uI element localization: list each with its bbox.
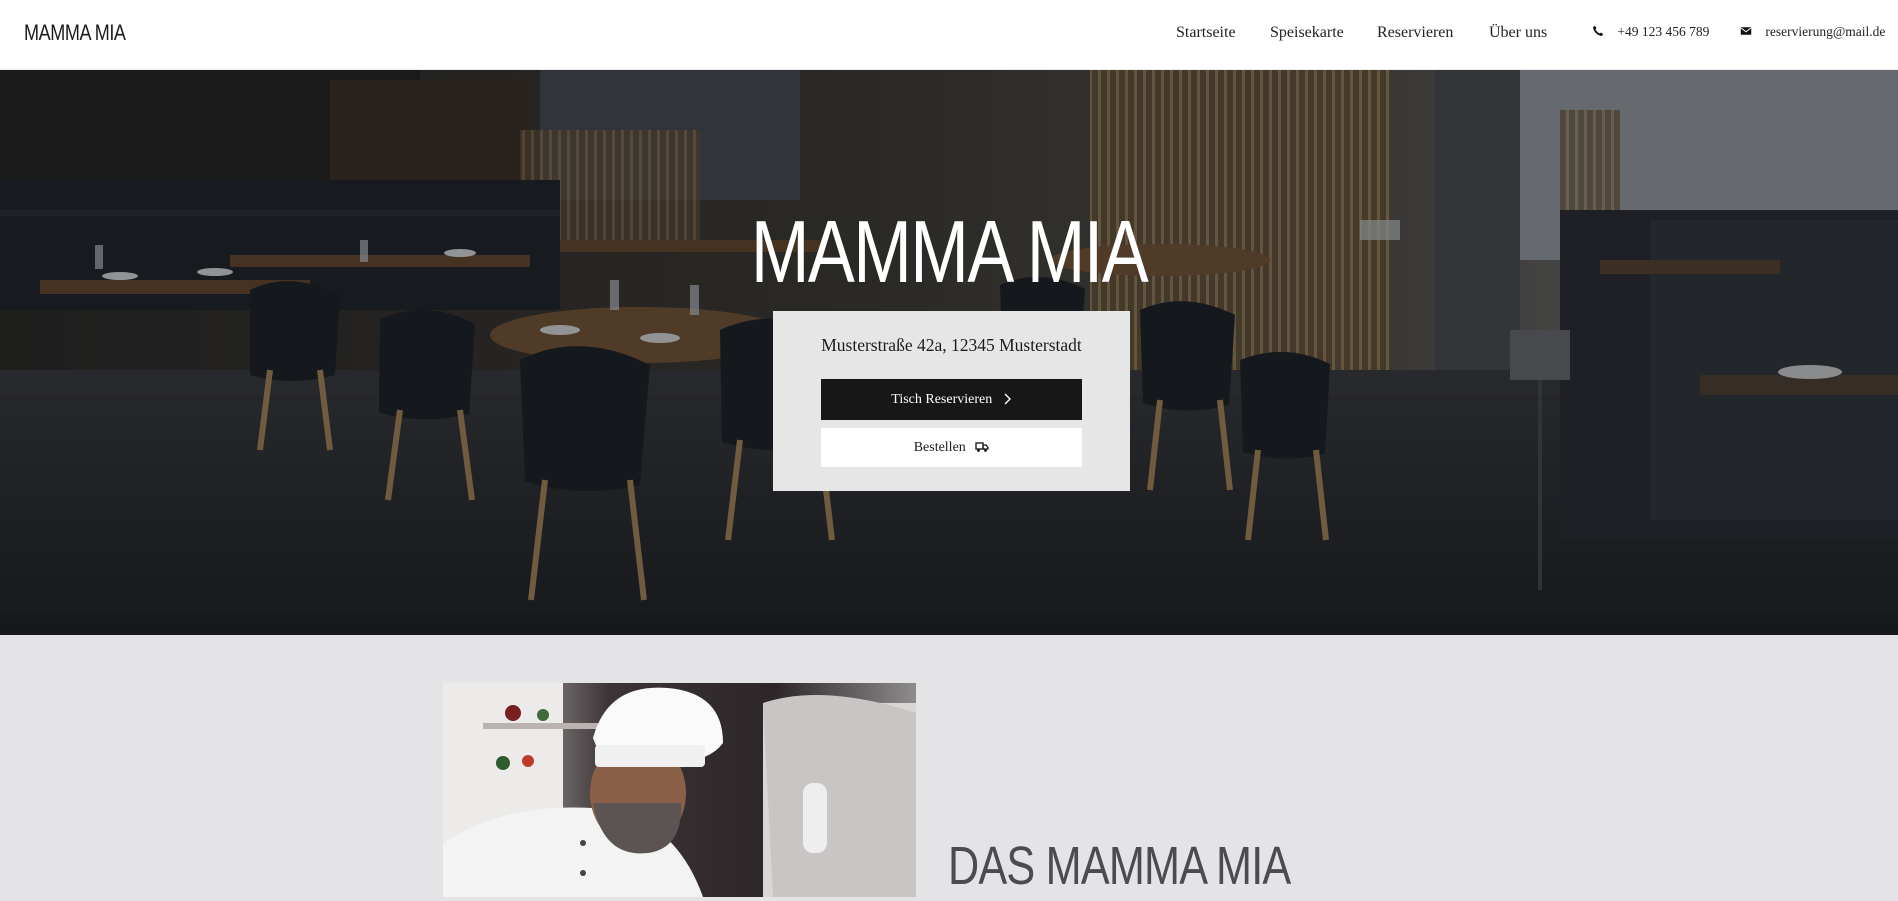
chevron-right-icon xyxy=(1004,393,1011,405)
order-button[interactable]: Bestellen xyxy=(821,428,1082,467)
hero-title: MAMMA MIA xyxy=(750,202,1149,301)
phone-icon xyxy=(1593,25,1604,36)
phone-link[interactable]: +49 123 456 789 xyxy=(1592,0,1709,64)
email-link[interactable]: reservierung@mail.de xyxy=(1740,0,1885,64)
site-header: MAMMA MIA Startseite Speisekarte Reservi… xyxy=(0,0,1898,70)
about-title: DAS MAMMA MIA xyxy=(948,836,1291,896)
email-address: reservierung@mail.de xyxy=(1765,24,1886,39)
reserve-table-button[interactable]: Tisch Reservieren xyxy=(821,379,1082,420)
hero-card: Musterstraße 42a, 12345 Musterstadt Tisc… xyxy=(773,311,1130,491)
hero-section: MAMMA MIA Musterstraße 42a, 12345 Muster… xyxy=(0,70,1898,635)
reserve-table-label: Tisch Reservieren xyxy=(891,392,993,407)
nav-item-startseite[interactable]: Startseite xyxy=(1176,0,1236,66)
restaurant-address: Musterstraße 42a, 12345 Musterstadt xyxy=(821,335,1082,355)
nav-item-reservieren[interactable]: Reservieren xyxy=(1377,0,1453,66)
nav-item-speisekarte[interactable]: Speisekarte xyxy=(1270,0,1344,66)
chef-photo xyxy=(443,683,916,897)
delivery-truck-icon xyxy=(975,442,989,452)
phone-number: +49 123 456 789 xyxy=(1617,24,1710,39)
about-section: DAS MAMMA MIA xyxy=(0,635,1898,897)
nav-item-ueber-uns[interactable]: Über uns xyxy=(1489,0,1547,66)
site-logo[interactable]: MAMMA MIA xyxy=(24,0,126,66)
envelope-icon xyxy=(1740,27,1752,35)
order-label: Bestellen xyxy=(913,440,966,455)
